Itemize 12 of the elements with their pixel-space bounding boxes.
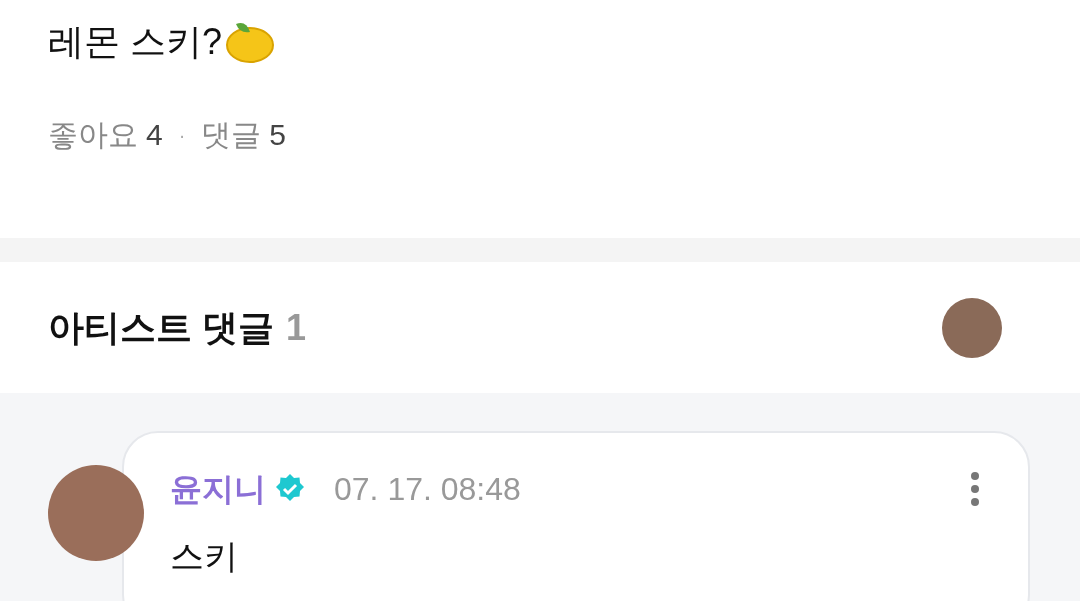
author-name[interactable]: 윤지니 xyxy=(170,465,266,513)
comment-text: 스키 xyxy=(170,536,239,577)
comment-time: 07. 17. 08:48 xyxy=(334,470,521,509)
likes-count: 4 xyxy=(146,117,163,153)
section-title: 아티스트 댓글 xyxy=(48,305,274,350)
likes-label: 좋아요 xyxy=(48,117,138,153)
comments-label: 댓글 xyxy=(201,117,262,153)
post-text: 레몬 스키? xyxy=(48,20,223,64)
separator-dot: · xyxy=(178,122,186,148)
section-count: 1 xyxy=(286,305,307,350)
comments-count: 5 xyxy=(269,117,287,153)
more-options-icon[interactable] xyxy=(970,471,980,507)
